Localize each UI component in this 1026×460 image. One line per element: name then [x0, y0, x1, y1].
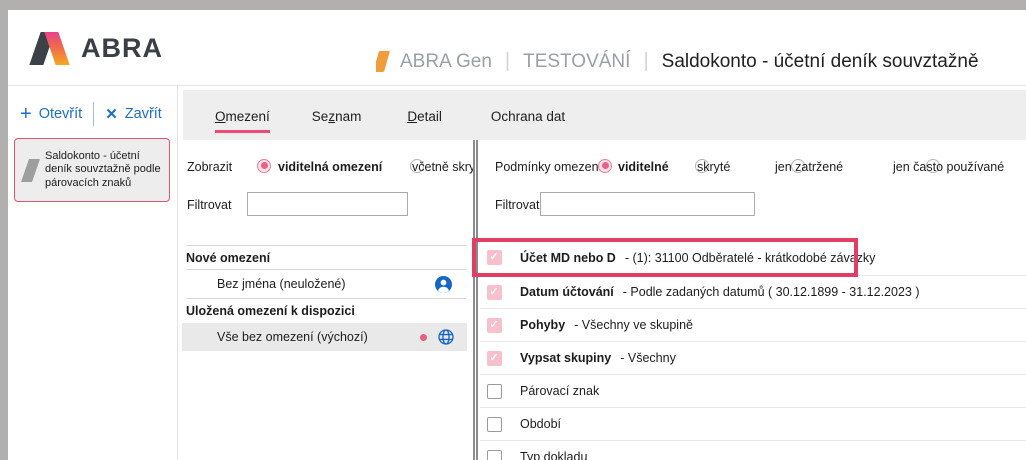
main-area: Omezení Seznam Detail Ochrana dat Zobraz…: [178, 86, 1026, 460]
new-restriction-header: Nové omezení: [186, 251, 270, 265]
app-header: ABRA ABRA Gen | TESTOVÁNÍ | Saldokonto -…: [8, 10, 1026, 86]
show-label: Zobrazit: [187, 160, 232, 174]
conditions-panel: Podmínky omezení viditelné skryté jen za…: [478, 140, 1026, 460]
radio-visible-restrictions-label: viditelná omezení: [278, 160, 382, 174]
breadcrumb: ABRA Gen | TESTOVÁNÍ | Saldokonto - účet…: [376, 50, 1026, 73]
checkbox-checked-icon[interactable]: [487, 318, 502, 333]
breadcrumb-separator: |: [505, 50, 510, 73]
tab-bar: Omezení Seznam Detail Ochrana dat: [183, 90, 1026, 140]
saved-restriction-row-selected[interactable]: Vše bez omezení (výchozí): [182, 323, 467, 351]
filter-label: Filtrovat: [187, 198, 231, 212]
saved-restrictions-header: Uložená omezení k dispozici: [186, 304, 355, 318]
page-title: Saldokonto - účetní deník souvztažně: [662, 51, 979, 73]
close-button[interactable]: ✕ Zavřít: [105, 105, 162, 123]
toolbar-divider: [93, 102, 94, 126]
radio-conditions-often-used-label: jen často používané: [893, 160, 1004, 174]
condition-row-parovaci-znak[interactable]: Párovací znak: [480, 375, 1026, 408]
restrictions-filter-input[interactable]: [247, 192, 408, 216]
saved-restriction-label: Vše bez omezení (výchozí): [217, 330, 368, 344]
tab-omezeni[interactable]: Omezení: [215, 109, 270, 133]
conditions-filter-input[interactable]: [540, 192, 755, 216]
unsaved-restriction-label: Bez jména (neuložené): [217, 277, 346, 291]
breadcrumb-separator: |: [643, 50, 648, 73]
globe-icon: [438, 329, 454, 345]
radio-visible-restrictions[interactable]: [257, 159, 271, 173]
condition-row-pohyby[interactable]: Pohyby - Všechny ve skupině: [480, 309, 1026, 342]
abra-logo: ABRA: [30, 32, 163, 65]
condition-row-ucet-md-nebo-d[interactable]: Účet MD nebo D - (1): 31100 Odběratelé -…: [480, 240, 1026, 276]
slash-icon: [21, 159, 40, 182]
window-frame-top: [0, 0, 1026, 10]
condition-row-datum-uctovani[interactable]: Datum účtování - Podle zadaných datumů (…: [480, 276, 1026, 309]
radio-conditions-hidden-label: skryté: [697, 160, 730, 174]
abra-logo-icon: [30, 32, 72, 65]
divider: [186, 245, 466, 246]
condition-row-typ-dokladu[interactable]: Typ dokladu: [480, 441, 1026, 460]
tab-ochrana-dat[interactable]: Ochrana dat: [491, 109, 565, 133]
sidebar-toolbar: + Otevřít ✕ Zavřít: [20, 102, 162, 126]
checkbox-checked-icon[interactable]: [487, 285, 502, 300]
radio-including-hidden-label: včetně skrytých: [412, 160, 473, 174]
plus-icon: +: [20, 107, 32, 121]
radio-conditions-visible[interactable]: [598, 159, 612, 173]
omezeni-content: Zobrazit viditelná omezení včetně skrytý…: [178, 140, 1026, 460]
default-dot-icon: [420, 334, 427, 341]
slash-icon: [376, 51, 390, 72]
checkbox-unchecked-icon[interactable]: [487, 417, 502, 432]
open-button[interactable]: + Otevřít: [20, 106, 82, 122]
checkbox-checked-icon[interactable]: [487, 351, 502, 366]
brand-name: ABRA: [81, 33, 163, 64]
divider: [186, 269, 466, 270]
sidebar: + Otevřít ✕ Zavřít Saldokonto - účetní d…: [8, 86, 178, 460]
unsaved-restriction-row[interactable]: Bez jména (neuložené): [178, 272, 466, 296]
conditions-list: Účet MD nebo D - (1): 31100 Odběratelé -…: [480, 240, 1026, 460]
open-window-card-title: Saldokonto - účetní deník souvztažně pod…: [45, 150, 163, 191]
breadcrumb-app: ABRA Gen: [400, 51, 492, 73]
breadcrumb-environment: TESTOVÁNÍ: [523, 51, 630, 73]
close-icon: ✕: [105, 105, 118, 123]
divider: [186, 298, 466, 299]
open-window-card[interactable]: Saldokonto - účetní deník souvztažně pod…: [14, 138, 170, 202]
checkbox-checked-icon[interactable]: [487, 250, 502, 265]
restrictions-list-panel: Zobrazit viditelná omezení včetně skrytý…: [178, 140, 473, 460]
radio-conditions-checked-only-label: jen zatržené: [775, 160, 843, 174]
radio-conditions-visible-label: viditelné: [618, 160, 669, 174]
user-icon: [435, 276, 452, 293]
tab-seznam[interactable]: Seznam: [312, 109, 362, 133]
condition-row-vypsat-skupiny[interactable]: Vypsat skupiny - Všechny: [480, 342, 1026, 375]
window-frame-left: [0, 10, 8, 460]
conditions-label: Podmínky omezení: [495, 160, 602, 174]
checkbox-unchecked-icon[interactable]: [487, 384, 502, 399]
tab-detail[interactable]: Detail: [407, 109, 442, 133]
checkbox-unchecked-icon[interactable]: [487, 450, 502, 460]
condition-row-obdobi[interactable]: Období: [480, 408, 1026, 441]
conditions-filter-label: Filtrovat: [495, 198, 539, 212]
